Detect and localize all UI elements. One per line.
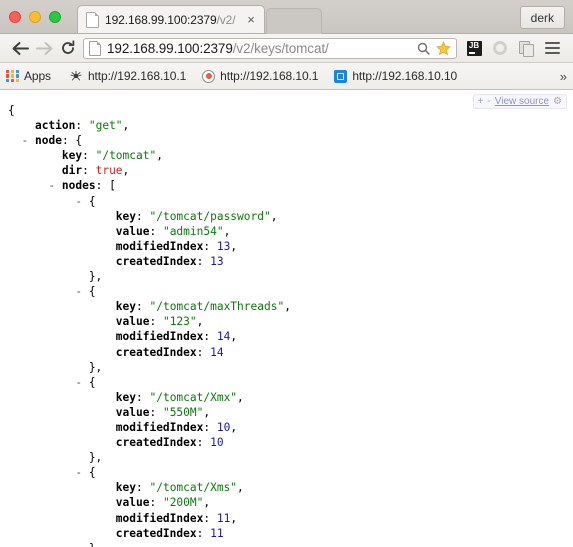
bookmark-item-3[interactable]: http://192.168.10.10	[334, 69, 457, 83]
apps-label: Apps	[24, 69, 51, 83]
json-viewer: { action: "get", - node: { key: "/tomcat…	[8, 104, 291, 547]
maximize-window-button[interactable]	[49, 11, 61, 23]
url-text: 192.168.99.100:2379/v2/keys/tomcat/	[107, 41, 413, 56]
jsonview-controls: + - View source ⚙	[472, 94, 567, 109]
bookmark-item-2[interactable]: http://192.168.10.1	[202, 69, 318, 83]
blue-square-icon	[334, 69, 348, 83]
close-icon[interactable]: ×	[244, 12, 258, 27]
stack-glyph	[518, 40, 534, 57]
ring-extension-icon[interactable]	[487, 36, 513, 60]
menu-glyph	[544, 42, 560, 54]
tab-title-host: 192.168.99.100:2379	[105, 12, 217, 27]
star-icon[interactable]	[433, 41, 453, 56]
bookmarks-bar: Apps http://192.168.10.1 http://192.168.…	[0, 63, 573, 90]
back-arrow-icon[interactable]	[8, 36, 32, 60]
expand-all-button[interactable]: +	[478, 96, 484, 107]
jb-extension-icon[interactable]: JB	[461, 36, 487, 60]
navigation-toolbar: 192.168.99.100:2379/v2/keys/tomcat/ JB	[0, 34, 573, 63]
url-host: 192.168.99.100:2379	[107, 40, 233, 56]
profile-button[interactable]: derk	[519, 6, 565, 29]
search-icon[interactable]	[413, 42, 433, 55]
view-source-link[interactable]: View source	[495, 96, 549, 107]
page-icon	[86, 11, 99, 28]
collapse-all-button[interactable]: -	[487, 96, 490, 107]
ring-glyph	[493, 41, 507, 55]
browser-tab[interactable]: 192.168.99.100:2379/v2/ ×	[77, 5, 265, 33]
bookmark-label-3: http://192.168.10.10	[352, 69, 458, 83]
profile-label: derk	[530, 10, 554, 25]
browser-window: 192.168.99.100:2379/v2/ × derk 192.168.9…	[0, 0, 573, 547]
apps-shortcut[interactable]: Apps	[6, 69, 51, 83]
close-window-button[interactable]	[9, 11, 21, 23]
bookmark-label-2: http://192.168.10.1	[220, 69, 319, 83]
window-controls	[9, 11, 61, 23]
apps-grid-icon	[6, 69, 19, 83]
stack-extension-icon[interactable]	[513, 36, 539, 60]
jb-extension-label: JB	[466, 40, 482, 56]
bookmark-label-1: http://192.168.10.1	[87, 69, 187, 83]
hamburger-menu-icon[interactable]	[539, 36, 565, 60]
reload-icon[interactable]	[56, 36, 80, 60]
url-path: /v2/keys/tomcat/	[232, 40, 329, 56]
spider-icon	[69, 70, 83, 82]
new-tab-button[interactable]	[266, 8, 322, 34]
bookmark-item-1[interactable]: http://192.168.10.1	[69, 69, 186, 83]
opera-circle-icon	[202, 69, 216, 83]
page-icon	[89, 40, 101, 56]
gear-icon[interactable]: ⚙	[553, 96, 562, 107]
tab-title: 192.168.99.100:2379/v2/	[105, 13, 242, 27]
tab-title-path: /v2/	[216, 12, 236, 27]
minimize-window-button[interactable]	[29, 11, 41, 23]
bookmarks-overflow-button[interactable]: »	[554, 69, 567, 84]
page-content: + - View source ⚙ { action: "get", - nod…	[0, 91, 573, 547]
address-bar[interactable]: 192.168.99.100:2379/v2/keys/tomcat/	[83, 37, 457, 59]
forward-arrow-icon	[32, 36, 56, 60]
tab-strip: 192.168.99.100:2379/v2/ × derk	[0, 0, 573, 34]
